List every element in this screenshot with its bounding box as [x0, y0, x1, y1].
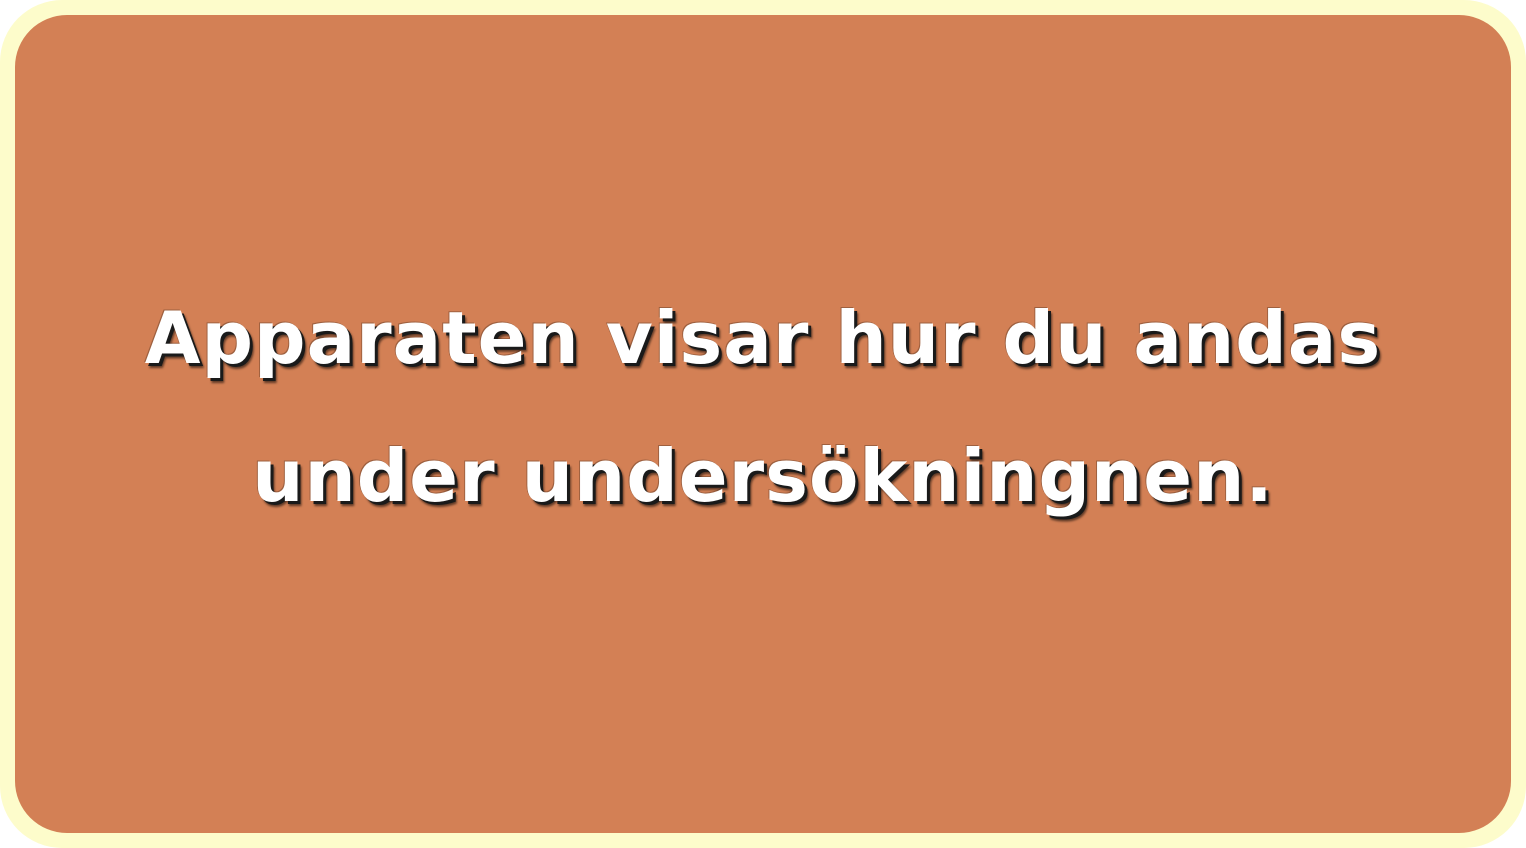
caption-text: Apparaten visar hur du andas under under… — [63, 269, 1463, 545]
caption-card: Apparaten visar hur du andas under under… — [15, 15, 1511, 833]
caption-line-1: Apparaten visar hur du andas — [144, 296, 1382, 380]
caption-line-2: under undersökningnen. — [252, 434, 1274, 518]
card-frame: Apparaten visar hur du andas under under… — [0, 0, 1526, 848]
